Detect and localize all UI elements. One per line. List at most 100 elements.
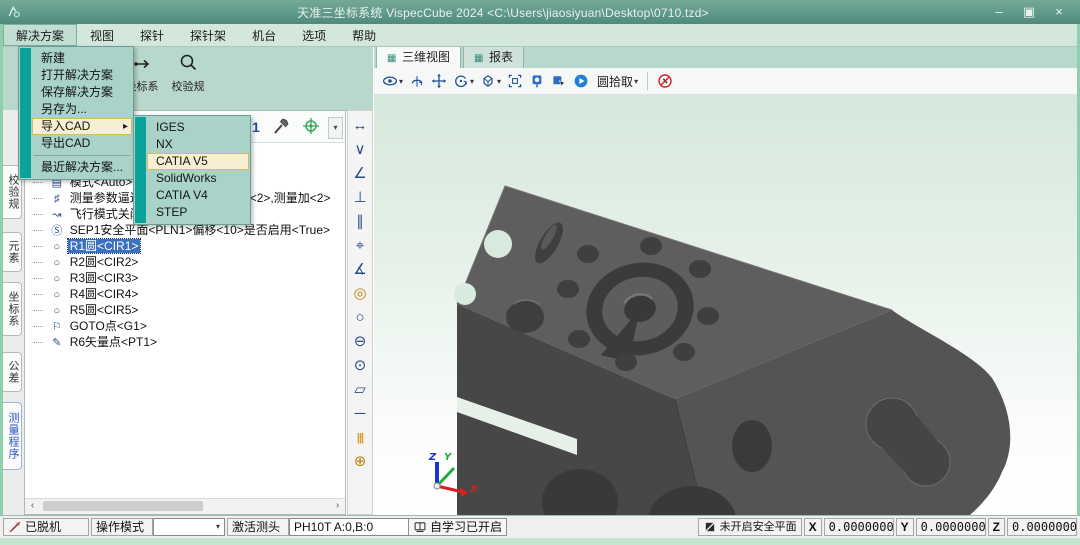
locate-button[interactable] [529, 73, 545, 89]
menu-bar-item[interactable]: 解决方案 [3, 24, 77, 46]
straightness-icon[interactable]: ─ [348, 402, 372, 426]
tree-item[interactable]: ○ R4圆<CIR4> [25, 286, 345, 302]
horizontal-scrollbar[interactable]: ‹ › [25, 498, 345, 514]
distance-icon[interactable]: ↔ [348, 114, 372, 138]
sidebar-tab-tolerance[interactable]: 公差 [3, 352, 22, 392]
restore-button[interactable]: ▣ [1014, 1, 1044, 23]
scrollbar-thumb[interactable] [43, 501, 203, 511]
y-value: 0.0000000 [916, 518, 986, 536]
coordinate-readout: 未开启安全平面 X 0.0000000 Y 0.0000000 Z 0.0000… [698, 518, 1077, 536]
menu-bar-item[interactable]: 机台 [239, 24, 289, 46]
sidebar-tab-elements[interactable]: 元素 [3, 232, 22, 272]
tab-icon: ▦ [474, 53, 486, 64]
menu-item[interactable]: 保存解决方案 [32, 84, 132, 101]
3d-viewport[interactable]: Z Y X [374, 94, 1077, 515]
concentricity-icon[interactable]: ◎ [348, 282, 372, 306]
view-tab[interactable]: ▦三维视图 [376, 44, 461, 68]
pattern-icon[interactable]: ||| [348, 426, 372, 450]
x-label: X [804, 518, 822, 536]
orbit-button[interactable]: ▾ [453, 73, 474, 89]
sidebar-tab-program[interactable]: 测量程序 [3, 402, 22, 470]
circle-pick-dropdown[interactable]: 圆拾取▾ [595, 73, 638, 90]
view-toolbar: ▾ ▾ ▾ 圆拾取▾ [374, 68, 1077, 95]
active-probe-label: 激活测头 [227, 518, 289, 536]
pan-button[interactable] [431, 73, 447, 89]
toolbar-overflow-button[interactable]: ▾ [328, 117, 343, 139]
menu-bar-item[interactable]: 探针 [127, 24, 177, 46]
swing-rotate-icon [409, 73, 425, 89]
play-button[interactable] [573, 73, 589, 89]
chevron-down-icon: ▾ [497, 77, 501, 86]
view-tab[interactable]: ▦报表 [463, 44, 524, 68]
submenu-item[interactable]: CATIA V5 [147, 153, 249, 170]
angle-v-icon[interactable]: ∨ [348, 138, 372, 162]
tree-item[interactable]: ⚐ GOTO点<G1> [25, 318, 345, 334]
menu-bar-item[interactable]: 视图 [77, 24, 127, 46]
parallelism-icon[interactable]: ∥ [348, 210, 372, 234]
menu-bar-item[interactable]: 选项 [289, 24, 339, 46]
gauge-check-toolbar-button[interactable]: 校验规 [165, 53, 211, 94]
menu-item[interactable]: 打开解决方案 [32, 67, 132, 84]
tree-item[interactable]: ○ R5圆<CIR5> [25, 302, 345, 318]
view-cube-button[interactable]: ▾ [480, 73, 501, 89]
tree-item[interactable]: ○ R3圆<CIR3> [25, 270, 345, 286]
swing-rotate-button[interactable] [409, 73, 425, 89]
menu-bar-item[interactable]: 探针架 [177, 24, 239, 46]
menu-item[interactable]: 最近解决方案... [32, 159, 132, 176]
self-learning-icon [413, 520, 427, 534]
chevron-down-icon: ▾ [634, 77, 638, 86]
coaxiality-icon[interactable]: ⊕ [348, 450, 372, 474]
position-icon[interactable]: ⌖ [348, 234, 372, 258]
probe-disabled-icon [657, 73, 673, 89]
submenu-item[interactable]: NX [147, 136, 249, 153]
close-button[interactable]: × [1044, 1, 1074, 23]
tree-item[interactable]: ✎ R6矢量点<PT1> [25, 334, 345, 350]
menu-item[interactable]: 新建 [32, 50, 132, 67]
runout-icon[interactable]: ⊙ [348, 354, 372, 378]
operation-mode-label: 操作模式 [91, 518, 153, 536]
menu-item[interactable]: 导入CAD [32, 118, 132, 135]
window-border-bottom [0, 538, 1080, 545]
application-window: 天准三坐标系统 VispecCube 2024 <C:\Users\jiaosi… [0, 0, 1080, 545]
scroll-right-icon[interactable]: › [330, 499, 345, 513]
menu-bar-item[interactable]: 帮助 [339, 24, 389, 46]
angle-icon[interactable]: ∠ [348, 162, 372, 186]
pan-icon [431, 73, 447, 89]
submenu-item[interactable]: CATIA V4 [147, 187, 249, 204]
symmetry-icon[interactable]: ⊖ [348, 330, 372, 354]
tree-item[interactable]: ○ R1圆<CIR1> [25, 238, 345, 254]
target-axis-icon[interactable] [301, 116, 321, 136]
sidebar-tab-coords[interactable]: 坐标系 [3, 282, 22, 336]
hammer-icon[interactable] [271, 116, 291, 136]
y-axis-label: Y [444, 452, 453, 463]
measure-toolbar: ↔∨∠⊥∥⌖∡◎○⊖⊙▱─|||⊕ [347, 110, 373, 515]
window-controls: – ▣ × [984, 1, 1074, 23]
offline-status: 已脱机 [3, 518, 89, 536]
menu-item[interactable]: 另存为... [32, 101, 132, 118]
operation-mode-select[interactable]: ▾ [153, 518, 225, 536]
self-learning-button[interactable]: 自学习已开启 [408, 518, 507, 536]
chevron-down-icon: ▾ [399, 77, 403, 86]
app-logo-icon [6, 4, 22, 20]
flatness-icon[interactable]: ▱ [348, 378, 372, 402]
submenu-item[interactable]: IGES [147, 119, 249, 136]
chevron-down-icon: ▾ [470, 77, 474, 86]
perpendicularity-icon[interactable]: ⊥ [348, 186, 372, 210]
window-border-left [0, 0, 3, 545]
probe-offline-icon [8, 520, 22, 534]
solution-menu: 新建 打开解决方案 保存解决方案 另存为... 导入CAD 导出CAD 最近解决… [18, 46, 134, 180]
scroll-left-icon[interactable]: ‹ [25, 499, 40, 513]
menu-bar: 解决方案视图探针探针架机台选项帮助 [3, 24, 1077, 47]
visibility-button[interactable]: ▾ [382, 73, 403, 89]
angularity-icon[interactable]: ∡ [348, 258, 372, 282]
tree-item[interactable]: ○ R2圆<CIR2> [25, 254, 345, 270]
minimize-button[interactable]: – [984, 1, 1014, 23]
probe-disabled-button[interactable] [657, 73, 673, 89]
orbit-icon [453, 73, 469, 89]
submenu-item[interactable]: STEP [147, 204, 249, 221]
submenu-item[interactable]: SolidWorks [147, 170, 249, 187]
zoom-fit-button[interactable] [507, 73, 523, 89]
menu-item[interactable]: 导出CAD [32, 135, 132, 152]
roundness-icon[interactable]: ○ [348, 306, 372, 330]
box-select-button[interactable] [551, 73, 567, 89]
